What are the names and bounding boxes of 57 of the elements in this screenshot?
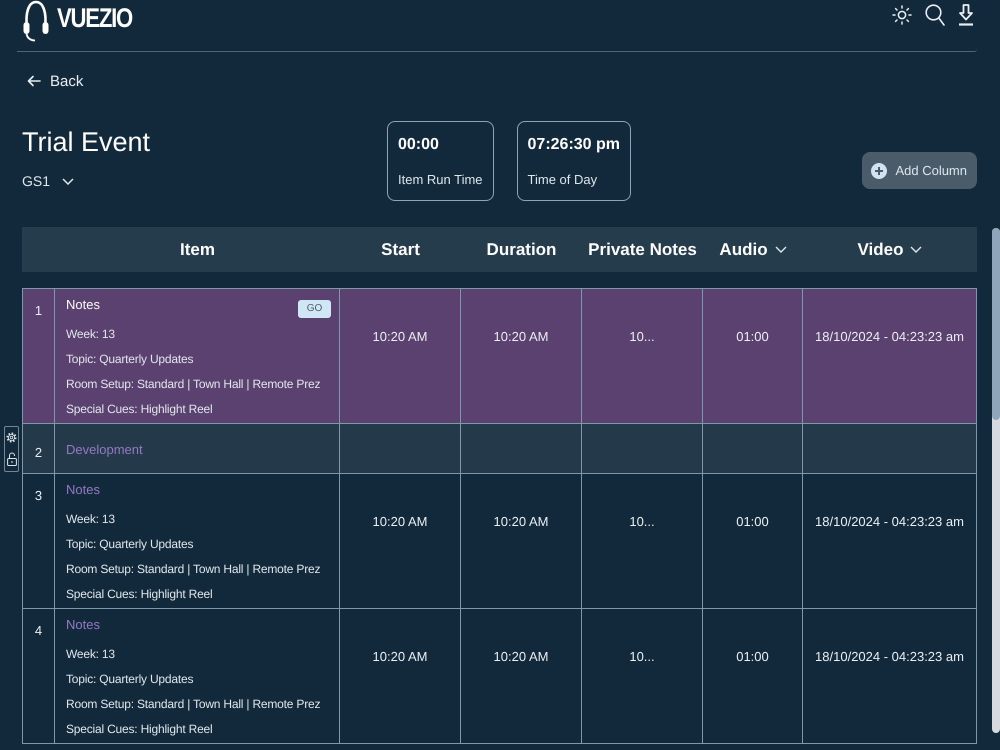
timer-value: 07:26:30 pm [528,135,620,155]
table-row[interactable]: 2 Development [23,424,977,474]
table-cell: 01:00 [703,609,803,744]
table-row[interactable]: 1 Notes GO Week: 13 Topic: Quarterly Updates Room Setup: Standard | Town Hall | Remote Prez Special Cues: Highlight Reel 10:20 AM 10:20 AM 10... 01:00 18/10/2024 - 04:23:23 am [23,289,977,424]
scrollbar[interactable] [992,228,1000,733]
item-title: Notes [66,481,100,499]
item-detail: Room Setup: Standard | Town Hall | Remote Prez [66,376,322,393]
table-cell: 10:20 AM [461,609,582,744]
search-icon[interactable] [925,4,945,26]
timer-label: Time of Day [528,171,598,189]
item-detail: Room Setup: Standard | Town Hall | Remote Prez [66,696,322,713]
back-button[interactable]: Back [27,72,84,90]
section-title: Development [66,442,143,457]
item-detail: Special Cues: Highlight Reel [66,401,214,418]
timer-label: Item Run Time [398,171,483,189]
item-detail: Week: 13 [66,326,116,343]
gear-icon[interactable] [6,432,17,443]
item-detail: Topic: Quarterly Updates [66,671,194,688]
sun-icon[interactable] [892,5,912,25]
timer-value: 00:00 [398,135,440,155]
table-row[interactable]: 4 Notes Week: 13 Topic: Quarterly Updates Room Setup: Standard | Town Hall | Remote Prez Special Cues: Highlight Reel 10:20 AM 10:20 AM 10... 01:00 18/10/2024 - 04:23:23 am [23,609,977,744]
go-button[interactable]: GO [298,300,331,318]
column-header: Start [381,240,420,260]
padlock-icon[interactable] [6,452,16,466]
table-cell: 10... [582,609,703,744]
plus-circle-icon [871,162,888,178]
item-title: Notes [66,296,100,314]
stage-dropdown[interactable]: GS1 [22,171,74,191]
item-detail: Special Cues: Highlight Reel [66,721,214,738]
column-header: Item [180,240,215,260]
table-cell: 10:20 AM [340,609,461,744]
table-row[interactable]: 3 Notes Week: 13 Topic: Quarterly Updates Room Setup: Standard | Town Hall | Remote Prez Special Cues: Highlight Reel 10:20 AM 10:20 AM 10... 01:00 18/10/2024 - 04:23:23 am [23,474,977,609]
caret-icon [910,246,922,253]
item-detail: Topic: Quarterly Updates [66,351,194,368]
item-detail: Week: 13 [66,646,116,663]
item-detail: Room Setup: Standard | Town Hall | Remote Prez [66,561,322,578]
item-detail: Topic: Quarterly Updates [66,536,194,553]
caret-icon [774,246,787,253]
row-number: 2 [34,445,42,460]
row-number: 4 [34,623,42,638]
logo-text: VUEZIO [57,2,132,33]
column-header[interactable]: Audio [719,240,787,260]
column-header[interactable]: Video [858,240,922,260]
row-number: 3 [34,488,42,503]
item-detail: Week: 13 [66,511,116,528]
headset-icon [22,0,50,42]
add-column-button[interactable]: Add Column [862,152,977,189]
arrow-left-icon [27,75,41,87]
row-number: 1 [34,303,42,318]
item-detail: Special Cues: Highlight Reel [66,586,214,603]
download-icon[interactable] [958,4,974,26]
column-header: Duration [486,240,556,260]
column-header: Private Notes [588,240,697,260]
table-cell: 18/10/2024 - 04:23:23 am [803,609,977,744]
event-title: Trial Event [22,126,152,158]
caret-icon [62,178,74,184]
item-title: Notes [66,616,100,634]
